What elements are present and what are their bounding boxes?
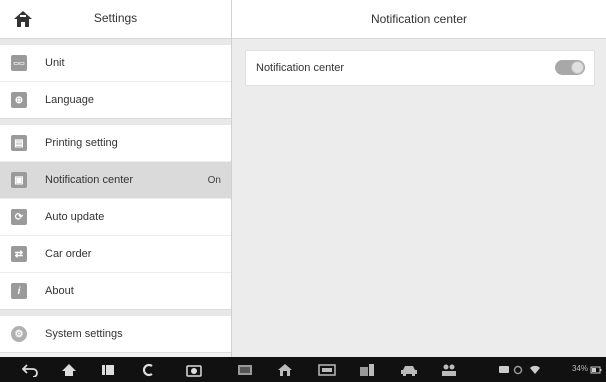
notification-option-label: Notification center	[256, 62, 345, 74]
info-icon: i	[11, 283, 27, 299]
settings-item-printing[interactable]: ▤ Printing setting	[0, 125, 231, 161]
recent-apps-icon[interactable]	[100, 362, 116, 377]
settings-item-label: Printing setting	[45, 137, 118, 149]
settings-item-label: Auto update	[45, 211, 105, 223]
home-icon[interactable]	[61, 362, 77, 377]
back-icon[interactable]	[22, 362, 38, 377]
settings-title: Settings	[93, 11, 138, 25]
settings-app: Settings ▭▭ Unit ⊕ Language ▤ Printing s…	[0, 0, 606, 357]
detail-title: Notification center	[232, 0, 606, 39]
settings-item-label: Unit	[45, 57, 65, 69]
settings-item-label: About	[45, 285, 74, 297]
auto-update-icon: ⟳	[11, 209, 27, 225]
settings-item-unit[interactable]: ▭▭ Unit	[0, 45, 231, 81]
notification-option-row: Notification center	[245, 50, 595, 86]
notification-icon: ▣	[11, 172, 27, 188]
vci-icon[interactable]	[318, 362, 336, 377]
gear-icon: ⚙	[11, 326, 27, 342]
settings-item-label: System settings	[45, 328, 123, 340]
home-house-icon[interactable]	[277, 362, 293, 377]
settings-item-system-settings[interactable]: ⚙ System settings	[0, 316, 231, 352]
battery-status-text: 34%	[571, 364, 588, 373]
settings-item-label: Car order	[45, 248, 92, 260]
settings-header: Settings	[0, 0, 231, 39]
printer-icon: ▤	[11, 135, 27, 151]
settings-item-label: Notification center	[45, 174, 134, 186]
settings-group-1: ▭▭ Unit ⊕ Language	[0, 45, 231, 119]
settings-item-label: Language	[45, 94, 94, 106]
settings-item-car-order[interactable]: ⇄ Car order	[0, 235, 231, 272]
battery-icon	[590, 362, 602, 377]
message-icon[interactable]	[498, 362, 510, 377]
wifi-icon	[529, 362, 541, 377]
settings-item-notification-center[interactable]: ▣ Notification center On	[0, 161, 231, 198]
data-manager-icon[interactable]	[359, 362, 375, 377]
settings-item-about[interactable]: i About	[0, 272, 231, 309]
settings-small-icon[interactable]	[513, 362, 523, 377]
settings-group-2: ▤ Printing setting ▣ Notification center…	[0, 125, 231, 310]
settings-item-language[interactable]: ⊕ Language	[0, 81, 231, 118]
browser-icon[interactable]	[141, 362, 157, 377]
remote-icon[interactable]	[440, 362, 458, 377]
unit-icon: ▭▭	[11, 55, 27, 71]
notification-toggle[interactable]	[555, 60, 585, 75]
settings-group-3: ⚙ System settings	[0, 316, 231, 353]
settings-sidebar: Settings ▭▭ Unit ⊕ Language ▤ Printing s…	[0, 0, 232, 357]
system-navbar: 34%	[0, 357, 606, 382]
notification-status-value: On	[207, 174, 221, 186]
camera-icon[interactable]	[186, 362, 202, 377]
toggle-knob	[571, 61, 584, 74]
car-icon[interactable]	[400, 362, 418, 377]
language-icon: ⊕	[11, 92, 27, 108]
screen-icon[interactable]	[237, 362, 253, 377]
detail-panel: Notification center Notification center	[232, 0, 606, 357]
car-order-icon: ⇄	[11, 246, 27, 262]
settings-item-auto-update[interactable]: ⟳ Auto update	[0, 198, 231, 235]
